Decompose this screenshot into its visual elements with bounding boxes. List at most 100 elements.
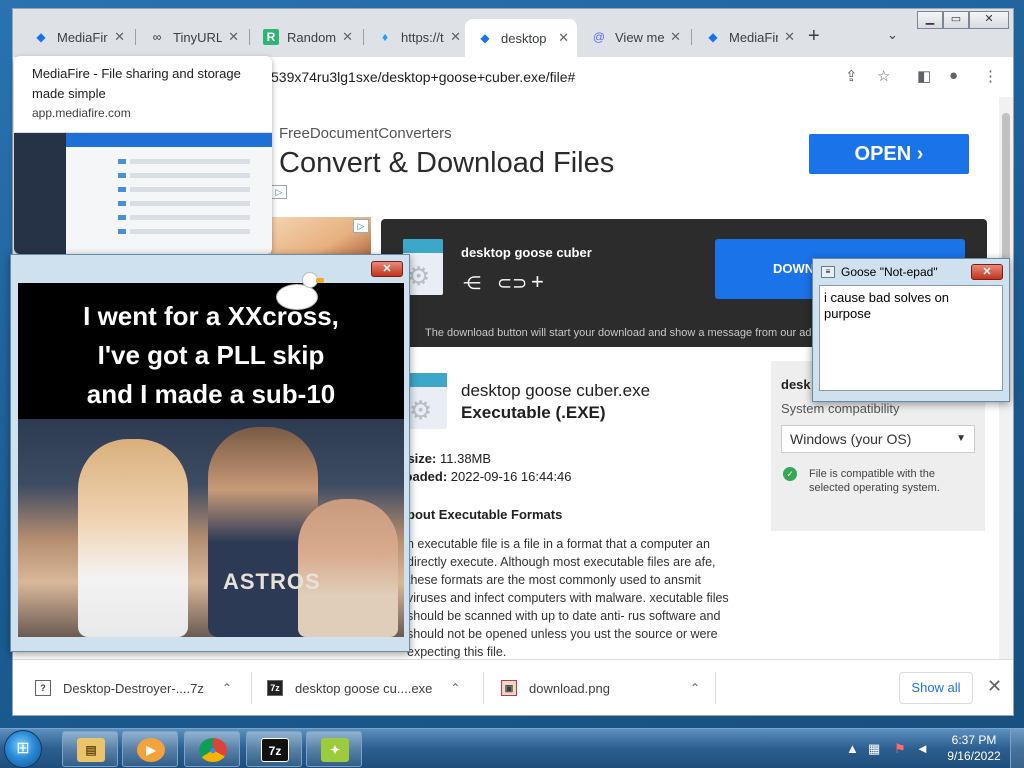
meme-image: I went for a XXcross, I've got a PLL ski… — [18, 283, 404, 637]
os-select[interactable]: Windows (your OS) ▼ — [781, 425, 975, 453]
clock-date[interactable]: 9/16/2022 — [940, 749, 1008, 763]
notepad-text-area[interactable]: i cause bad solves on purpose — [819, 285, 1003, 391]
7zip-icon: 7z — [261, 738, 289, 762]
taskbar-chrome[interactable]: ● — [184, 731, 240, 767]
taskbar: ⊞ ▤ ▶ ● 7z ✦ ▲ ▦ ⚑ ◄ 6:37 PM 9/16/2022 — [0, 728, 1024, 768]
shelf-separator — [483, 672, 484, 704]
close-button[interactable]: ✕ — [371, 261, 403, 277]
share-icon[interactable]: ⇪ — [845, 67, 858, 85]
address-bar[interactable]: 539x74ru3lg1sxe/desktop+goose+cuber.exe/… — [271, 63, 871, 91]
download-item-name: download.png — [529, 680, 610, 696]
meme-caption: I went for a XXcross, I've got a PLL ski… — [18, 297, 404, 414]
goose-sprite[interactable] — [272, 272, 324, 312]
mediafire-icon: ◆ — [36, 30, 46, 44]
ad-banner[interactable]: FreeDocumentConverters Convert & Downloa… — [271, 113, 991, 199]
close-icon[interactable]: ✕ — [228, 29, 239, 45]
close-button[interactable]: ✕ — [971, 264, 1003, 280]
tray-overflow-icon[interactable]: ▲ — [846, 741, 859, 756]
chevron-up-icon[interactable]: ⌃ — [222, 681, 232, 695]
twitter-icon: ♦ — [381, 30, 389, 44]
minimize-button[interactable]: ▁ — [917, 11, 943, 29]
start-button[interactable]: ⊞ — [4, 730, 42, 768]
close-icon[interactable]: ✕ — [450, 29, 461, 45]
taskbar-goose[interactable]: ✦ — [306, 731, 362, 767]
meme-line: I went for a XXcross, — [83, 301, 339, 331]
show-desktop-button[interactable] — [1010, 729, 1024, 768]
download-item-name: desktop goose cu....exe — [295, 680, 433, 696]
close-icon[interactable]: ✕ — [987, 676, 1002, 697]
meme-line: I've got a PLL skip — [97, 340, 325, 370]
notepad-window[interactable]: ≡ Goose "Not-epad" ✕ i cause bad solves … — [812, 258, 1010, 402]
profile-avatar-icon[interactable]: ● — [949, 67, 958, 84]
mediafire-icon: ◆ — [708, 30, 718, 44]
file-uploaded-value: 2022-09-16 16:44:46 — [450, 469, 572, 484]
os-select-value: Windows (your OS) — [790, 431, 912, 447]
bookmark-star-icon[interactable]: ☆ — [877, 67, 890, 85]
tab-title: TinyURL — [173, 29, 223, 45]
tab-mediafire-1[interactable]: ◆ MediaFire ✕ — [21, 21, 133, 53]
close-icon[interactable]: ✕ — [670, 29, 681, 45]
adchoices-icon[interactable]: ▷ — [353, 219, 369, 233]
close-icon[interactable]: ✕ — [558, 30, 569, 46]
taskbar-explorer[interactable]: ▤ — [62, 731, 118, 767]
meme-window[interactable]: ✕ I went for a XXcross, I've got a PLL s… — [10, 254, 410, 652]
shelf-separator — [251, 672, 252, 704]
show-all-button[interactable]: Show all — [899, 672, 973, 704]
tab-mediafire-2[interactable]: ◆ MediaFire ✕ — [693, 21, 803, 53]
clock-time[interactable]: 6:37 PM — [944, 733, 1004, 747]
tab-title: View me — [615, 29, 665, 45]
adchoices-icon[interactable]: ▷ — [271, 185, 287, 199]
tab-desktop-active[interactable]: ◆ desktop ✕ — [465, 19, 577, 57]
window-close-button[interactable]: ✕ — [969, 11, 1009, 29]
tab-separator — [691, 29, 692, 45]
downloads-shelf: ? Desktop-Destroyer-....7z ⌃ 7z desktop … — [13, 659, 1013, 715]
maximize-button[interactable]: ▭ — [943, 11, 969, 29]
tab-twitter[interactable]: ♦ https://t ✕ — [365, 21, 469, 53]
close-icon[interactable]: ✕ — [342, 29, 353, 45]
compatibility-heading: desk — [781, 377, 811, 392]
file-size-value: 11.38MB — [439, 451, 492, 466]
add-icon[interactable]: + — [531, 269, 544, 295]
side-panel-icon[interactable]: ◧ — [917, 67, 931, 85]
explorer-icon: ▤ — [77, 738, 105, 762]
download-item[interactable]: ▣ download.png ⌃ — [501, 674, 700, 702]
tab-random[interactable]: R Random ✕ — [251, 21, 361, 53]
download-item[interactable]: ? Desktop-Destroyer-....7z ⌃ — [35, 674, 232, 702]
action-center-icon[interactable]: ⚑ — [894, 741, 906, 757]
hover-card-thumbnail — [14, 132, 272, 254]
tab-strip: ◆ MediaFire ✕ ∞ TinyURL ✕ R Random ✕ ♦ h… — [13, 9, 1013, 57]
taskbar-media-player[interactable]: ▶ — [122, 731, 178, 767]
file-card-title: desktop goose cuber — [461, 245, 592, 260]
chevron-up-icon[interactable]: ⌃ — [450, 681, 460, 695]
meme-line: and I made a sub-10 — [86, 379, 336, 409]
hover-card-domain: app.mediafire.com — [32, 106, 131, 120]
ad-open-button[interactable]: OPEN › — [809, 134, 969, 174]
close-icon[interactable]: ✕ — [784, 29, 795, 45]
at-icon: @ — [592, 30, 606, 44]
download-item[interactable]: 7z desktop goose cu....exe ⌃ — [267, 674, 460, 702]
new-tab-button[interactable]: + — [808, 25, 820, 48]
chevron-right-icon: › — [916, 143, 924, 165]
ad-headline: Convert & Download Files — [279, 147, 615, 179]
menu-kebab-icon[interactable]: ⋮ — [983, 67, 998, 85]
chevron-up-icon[interactable]: ⌃ — [690, 681, 700, 695]
goose-icon: ✦ — [321, 738, 349, 762]
file-name: desktop goose cuber.exe — [461, 381, 651, 400]
tab-hover-card: MediaFire - File sharing and storage mad… — [14, 56, 272, 254]
file-uploaded-row: ploaded: 2022-09-16 16:44:46 — [393, 469, 572, 484]
tab-tinyurl[interactable]: ∞ TinyURL ✕ — [137, 21, 247, 53]
ad-open-label: OPEN — [854, 143, 912, 165]
network-icon[interactable]: ▦ — [868, 741, 880, 757]
close-icon[interactable]: ✕ — [114, 29, 125, 45]
share-icon[interactable]: ⋲ — [463, 273, 481, 294]
volume-icon[interactable]: ◄ — [916, 741, 929, 756]
tab-search-chevron-icon[interactable]: ⌄ — [887, 27, 898, 43]
taskbar-7zip[interactable]: 7z — [246, 731, 302, 767]
check-circle-icon: ✓ — [783, 467, 797, 481]
tab-title: MediaFire — [729, 29, 779, 45]
tab-view-me[interactable]: @ View me ✕ — [579, 21, 689, 53]
system-tray: ▲ ▦ ⚑ ◄ 6:37 PM 9/16/2022 — [840, 729, 1024, 768]
chrome-icon: ● — [199, 738, 227, 762]
link-icon[interactable]: ⊂⊃ — [497, 273, 527, 294]
tab-separator — [249, 29, 250, 45]
